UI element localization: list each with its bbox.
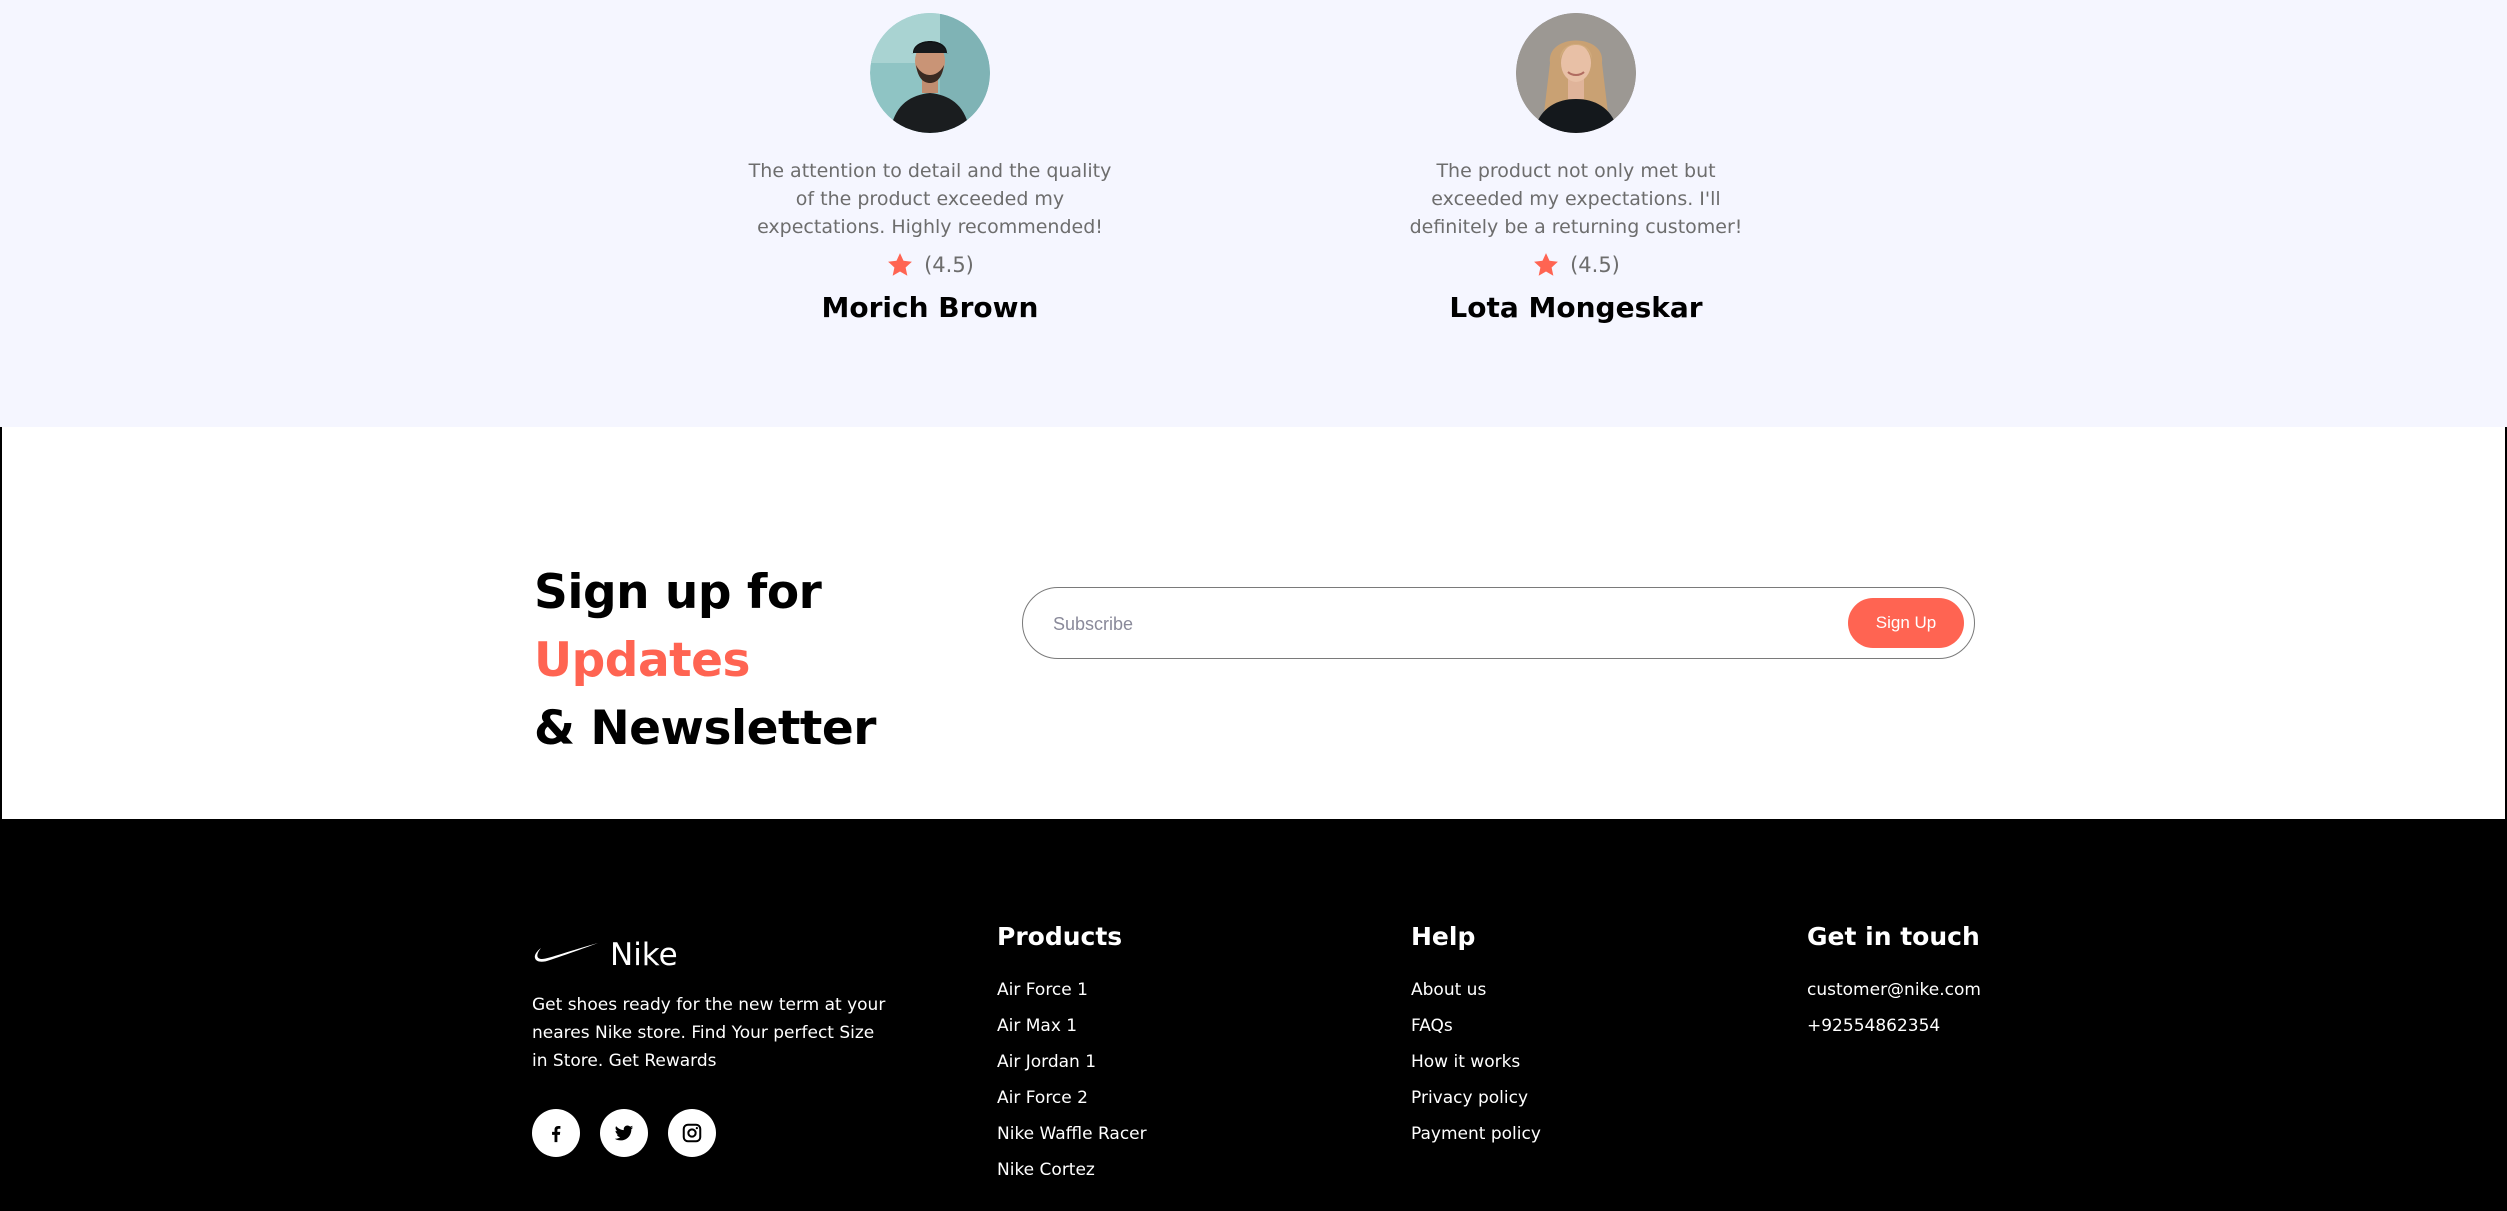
footer-link[interactable]: Privacy policy — [1411, 1080, 1541, 1116]
footer-link[interactable]: Air Max 1 — [997, 1008, 1147, 1044]
footer-link[interactable]: Air Force 2 — [997, 1080, 1147, 1116]
rating: (4.5) — [886, 251, 974, 279]
review-card: The attention to detail and the quality … — [740, 13, 1120, 324]
review-card: The product not only met but exceeded my… — [1386, 13, 1766, 324]
reviews-section: The attention to detail and the quality … — [0, 0, 2507, 427]
reviewer-avatar — [1516, 13, 1636, 133]
footer-link[interactable]: Nike Waffle Racer — [997, 1116, 1147, 1152]
contact-phone[interactable]: +92554862354 — [1807, 1008, 1981, 1044]
footer-brand[interactable]: Nike — [532, 937, 678, 973]
contact-email[interactable]: customer@nike.com — [1807, 972, 1981, 1008]
facebook-link[interactable] — [532, 1109, 580, 1157]
subscribe-form: Sign Up — [1022, 587, 1975, 659]
review-text: The product not only met but exceeded my… — [1409, 160, 1743, 238]
reviewer-name: Morich Brown — [821, 291, 1039, 324]
instagram-link[interactable] — [668, 1109, 716, 1157]
footer-link[interactable]: Air Force 1 — [997, 972, 1147, 1008]
newsletter-title-part2: & Newsletter — [534, 701, 876, 756]
footer-links: About us FAQs How it works Privacy polic… — [1411, 972, 1541, 1152]
newsletter-title-accent: Updates — [534, 633, 751, 688]
footer-link[interactable]: FAQs — [1411, 1008, 1541, 1044]
instagram-icon — [682, 1123, 702, 1143]
footer: Nike Get shoes ready for the new term at… — [0, 819, 2507, 1211]
footer-column-title: Help — [1411, 922, 1476, 951]
footer-links: Air Force 1 Air Max 1 Air Jordan 1 Air F… — [997, 972, 1147, 1188]
twitter-link[interactable] — [600, 1109, 648, 1157]
star-icon — [1534, 253, 1558, 276]
sign-up-button[interactable]: Sign Up — [1848, 598, 1964, 648]
footer-column-title: Products — [997, 922, 1123, 951]
newsletter-title: Sign up for Updates & Newsletter — [534, 559, 1014, 763]
newsletter-title-part1: Sign up for — [534, 565, 822, 620]
rating-value: (4.5) — [1570, 253, 1620, 277]
review-text: The attention to detail and the quality … — [748, 160, 1112, 238]
footer-links: customer@nike.com +92554862354 — [1807, 972, 1981, 1044]
star-icon — [888, 253, 912, 276]
subscribe-input[interactable] — [1053, 606, 1833, 642]
footer-column-help: Help About us FAQs How it works Privacy … — [1411, 919, 1541, 1152]
footer-description: Get shoes ready for the new term at your… — [532, 995, 886, 1071]
footer-column-contact: Get in touch customer@nike.com +92554862… — [1807, 919, 1981, 1044]
facebook-icon — [552, 1125, 561, 1143]
footer-link[interactable]: About us — [1411, 972, 1541, 1008]
footer-link[interactable]: Nike Cortez — [997, 1152, 1147, 1188]
swoosh-icon — [534, 943, 598, 962]
footer-link[interactable]: How it works — [1411, 1044, 1541, 1080]
rating: (4.5) — [1532, 251, 1620, 279]
reviewer-name: Lota Mongeskar — [1449, 291, 1703, 324]
twitter-icon — [614, 1125, 634, 1141]
footer-column-title: Get in touch — [1807, 922, 1980, 951]
footer-link[interactable]: Air Jordan 1 — [997, 1044, 1147, 1080]
social-links — [532, 1109, 716, 1157]
newsletter-section: Sign up for Updates & Newsletter Sign Up — [0, 427, 2507, 819]
brand-name: Nike — [610, 937, 678, 973]
footer-column-products: Products Air Force 1 Air Max 1 Air Jorda… — [997, 919, 1147, 1188]
footer-link[interactable]: Payment policy — [1411, 1116, 1541, 1152]
rating-value: (4.5) — [924, 253, 974, 277]
reviewer-avatar — [870, 13, 990, 133]
